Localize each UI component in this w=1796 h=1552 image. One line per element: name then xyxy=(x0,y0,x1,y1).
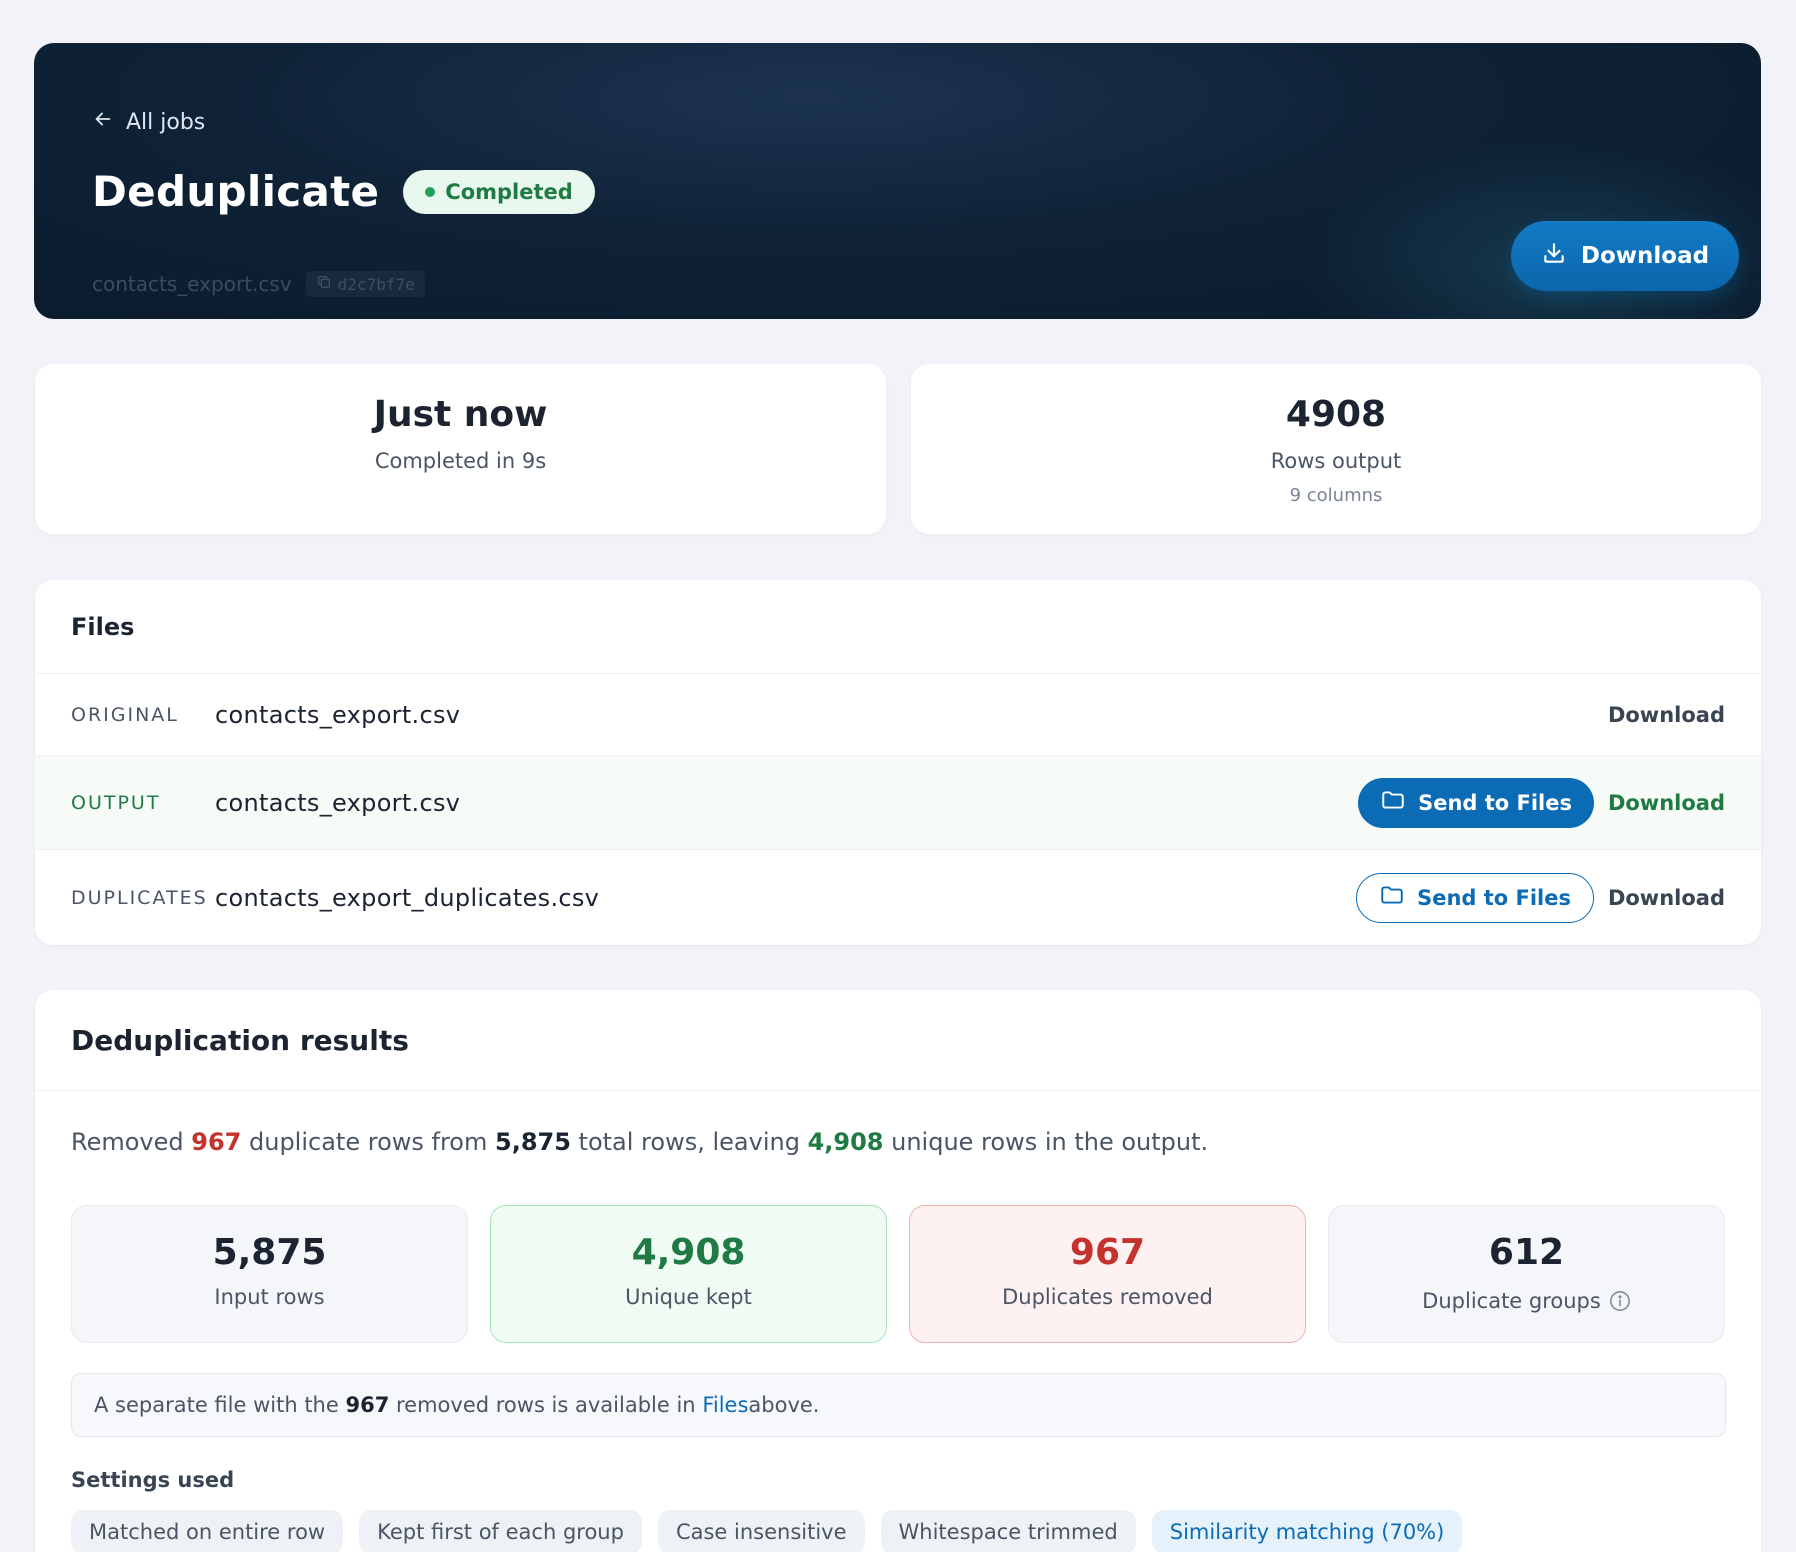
files-link[interactable]: Files xyxy=(702,1393,748,1417)
job-header: All jobs Deduplicate Completed contacts_… xyxy=(34,43,1761,319)
file-name-duplicates: contacts_export_duplicates.csv xyxy=(215,883,600,912)
files-card: Files ORIGINAL contacts_export.csv Downl… xyxy=(35,580,1761,945)
back-to-all-jobs-link[interactable]: All jobs xyxy=(92,105,205,139)
summary-unique-count: 4,908 xyxy=(807,1128,884,1156)
send-duplicates-to-files-button[interactable]: Send to Files xyxy=(1356,872,1594,923)
setting-chip: Matched on entire row xyxy=(71,1510,344,1552)
duplicates-removed-label: Duplicates removed xyxy=(910,1285,1305,1309)
download-button[interactable]: Download xyxy=(1511,221,1739,291)
completion-time: Just now xyxy=(373,394,548,435)
summary-text: total rows, leaving xyxy=(570,1128,808,1156)
input-rows-card: 5,875 Input rows xyxy=(71,1205,468,1343)
duplicates-removed-value: 967 xyxy=(1069,1232,1146,1273)
note-text: removed rows is available in xyxy=(396,1393,696,1417)
folder-icon xyxy=(1380,787,1406,818)
file-row-original: ORIGINAL contacts_export.csv Download xyxy=(35,673,1761,755)
status-badge: Completed xyxy=(403,169,595,214)
settings-chips: Matched on entire row Kept first of each… xyxy=(71,1510,1463,1552)
download-duplicates-link[interactable]: Download xyxy=(1608,886,1725,910)
send-output-to-files-button[interactable]: Send to Files xyxy=(1358,777,1594,828)
note-count: 967 xyxy=(345,1393,390,1417)
note-text: A separate file with the xyxy=(94,1393,339,1417)
source-filename: contacts_export.csv xyxy=(92,272,292,296)
send-duplicates-label: Send to Files xyxy=(1417,885,1571,910)
file-name-output: contacts_export.csv xyxy=(215,788,461,817)
job-id: d2c7bf7e xyxy=(337,274,415,294)
file-row-output: OUTPUT contacts_export.csv Send to Files… xyxy=(35,755,1761,849)
summary-removed-count: 967 xyxy=(191,1128,242,1156)
unique-kept-label-text: Unique kept xyxy=(625,1285,752,1309)
back-link-label: All jobs xyxy=(126,109,206,135)
duplicate-groups-value: 612 xyxy=(1488,1232,1565,1273)
input-rows-value: 5,875 xyxy=(212,1232,327,1273)
summary-total-count: 5,875 xyxy=(495,1128,571,1156)
duplicate-groups-card: 612 Duplicate groups xyxy=(1328,1205,1725,1343)
duplicate-groups-label: Duplicate groups xyxy=(1329,1289,1724,1313)
summary-text: Removed xyxy=(71,1128,192,1156)
file-label-original: ORIGINAL xyxy=(71,703,179,726)
copy-icon xyxy=(316,274,332,294)
completion-duration: Completed in 9s xyxy=(374,449,547,473)
copy-job-id-button[interactable]: d2c7bf7e xyxy=(305,271,425,297)
duplicate-groups-label-text: Duplicate groups xyxy=(1422,1289,1601,1313)
input-rows-label: Input rows xyxy=(72,1285,467,1309)
folder-icon xyxy=(1379,882,1405,913)
setting-chip: Case insensitive xyxy=(657,1510,865,1552)
files-title: Files xyxy=(71,613,135,641)
results-title: Deduplication results xyxy=(71,1024,409,1057)
file-row-duplicates: DUPLICATES contacts_export_duplicates.cs… xyxy=(35,849,1761,945)
duplicates-removed-label-text: Duplicates removed xyxy=(1002,1285,1213,1309)
results-summary: Removed 967 duplicate rows from 5,875 to… xyxy=(71,1128,1208,1156)
results-divider xyxy=(35,1090,1761,1091)
completion-time-card: Just now Completed in 9s xyxy=(35,364,886,534)
rows-output-label: Rows output xyxy=(1270,449,1402,473)
file-label-duplicates: DUPLICATES xyxy=(71,886,208,909)
download-button-label: Download xyxy=(1580,243,1710,269)
download-icon xyxy=(1541,240,1567,272)
rows-output-count: 4908 xyxy=(1285,394,1387,435)
file-name-original: contacts_export.csv xyxy=(215,700,461,729)
download-original-link[interactable]: Download xyxy=(1608,703,1725,727)
duplicates-removed-card: 967 Duplicates removed xyxy=(909,1205,1306,1343)
settings-title: Settings used xyxy=(71,1468,235,1492)
file-label-output: OUTPUT xyxy=(71,791,161,814)
unique-kept-value: 4,908 xyxy=(631,1232,746,1273)
unique-kept-label: Unique kept xyxy=(491,1285,886,1309)
info-icon[interactable] xyxy=(1609,1290,1631,1312)
setting-chip: Whitespace trimmed xyxy=(880,1510,1136,1552)
send-output-label: Send to Files xyxy=(1418,790,1572,815)
note-text: above. xyxy=(748,1393,820,1417)
input-rows-label-text: Input rows xyxy=(214,1285,325,1309)
unique-kept-card: 4,908 Unique kept xyxy=(490,1205,887,1343)
rows-output-card: 4908 Rows output 9 columns xyxy=(911,364,1761,534)
deduplication-results-card: Deduplication results Removed 967 duplic… xyxy=(35,990,1761,1552)
summary-text: unique rows in the output. xyxy=(883,1128,1209,1156)
status-dot-icon xyxy=(425,186,436,197)
status-label: Completed xyxy=(445,179,573,204)
setting-chip-similarity: Similarity matching (70%) xyxy=(1151,1510,1463,1552)
summary-text: duplicate rows from xyxy=(241,1128,495,1156)
column-count: 9 columns xyxy=(1289,485,1383,506)
download-output-link[interactable]: Download xyxy=(1608,791,1725,815)
duplicates-file-note: A separate file with the 967 removed row… xyxy=(71,1373,1726,1437)
page-title: Deduplicate xyxy=(92,167,380,216)
arrow-left-icon xyxy=(92,108,114,136)
setting-chip: Kept first of each group xyxy=(359,1510,642,1552)
